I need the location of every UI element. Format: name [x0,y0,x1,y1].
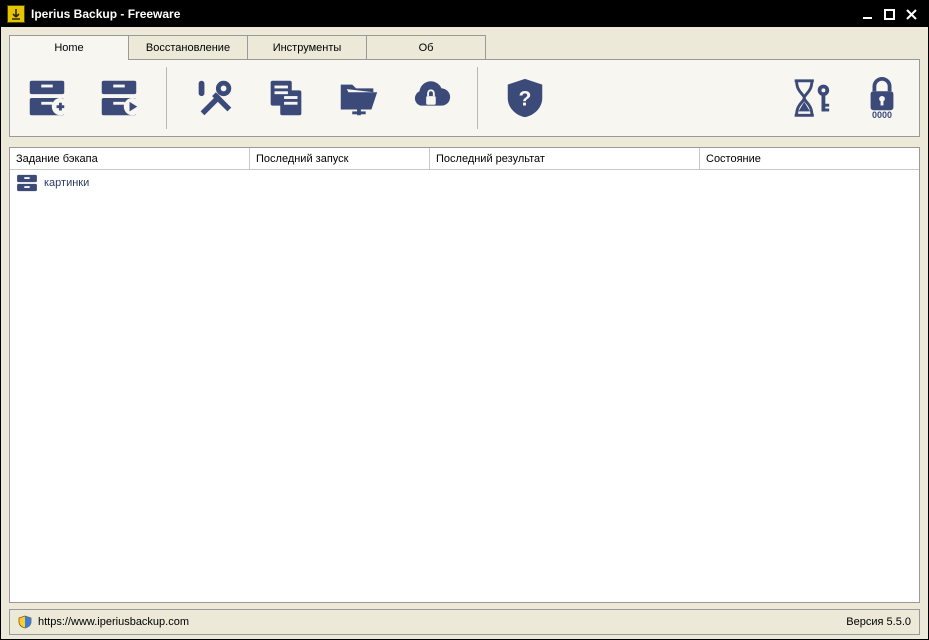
toolbar-separator [166,67,167,129]
close-button[interactable] [900,5,922,23]
cloud-button[interactable] [403,69,457,127]
list-header: Задание бэкапа Последний запуск Последни… [10,148,919,170]
copy-button[interactable] [259,69,313,127]
minimize-button[interactable] [856,5,878,23]
scheduler-button[interactable] [783,69,837,127]
open-folder-button[interactable] [331,69,385,127]
archive-plus-icon [24,75,70,121]
tab-label: Инструменты [273,42,342,54]
website-link[interactable]: https://www.iperiusbackup.com [38,616,189,628]
tab-tools[interactable]: Инструменты [247,35,367,59]
shield-icon [18,615,32,629]
list-body: картинки [10,170,919,602]
archive-icon [16,174,38,192]
col-header-last-result[interactable]: Последний результат [430,148,700,169]
tab-about[interactable]: Об [366,35,486,59]
title-bar: Iperius Backup - Freeware [1,1,928,27]
app-window: Iperius Backup - Freeware Home Восстанов… [0,0,929,640]
help-button[interactable]: ? [498,69,552,127]
hourglass-key-icon [787,75,833,121]
open-folder-icon [335,75,381,121]
job-list-panel: Задание бэкапа Последний запуск Последни… [9,147,920,603]
archive-play-icon [96,75,142,121]
new-job-button[interactable] [20,69,74,127]
window-title: Iperius Backup - Freeware [31,7,180,21]
settings-button[interactable] [187,69,241,127]
version-label: Версия 5.5.0 [846,616,911,628]
lock-button[interactable]: 0000 [855,69,909,127]
tab-label: Об [419,42,434,54]
col-header-job[interactable]: Задание бэкапа [10,148,250,169]
lock-code-label: 0000 [872,110,892,120]
status-bar: https://www.iperiusbackup.com Версия 5.5… [9,609,920,635]
svg-text:?: ? [519,88,532,111]
help-shield-icon: ? [502,75,548,121]
copy-icon [263,75,309,121]
col-header-last-run[interactable]: Последний запуск [250,148,430,169]
job-row[interactable]: картинки [10,170,919,196]
job-name: картинки [44,177,89,189]
tab-label: Home [54,42,83,54]
tab-restore[interactable]: Восстановление [128,35,248,59]
tab-strip: Home Восстановление Инструменты Об [9,35,920,59]
toolbar-separator [477,67,478,129]
toolbar: ? 0000 [9,59,920,137]
lock-icon [859,76,905,114]
col-header-state[interactable]: Состояние [700,148,919,169]
run-job-button[interactable] [92,69,146,127]
tab-home[interactable]: Home [9,35,129,59]
app-icon [7,5,25,23]
tab-label: Восстановление [146,42,230,54]
tools-icon [191,75,237,121]
maximize-button[interactable] [878,5,900,23]
cloud-lock-icon [407,75,453,121]
